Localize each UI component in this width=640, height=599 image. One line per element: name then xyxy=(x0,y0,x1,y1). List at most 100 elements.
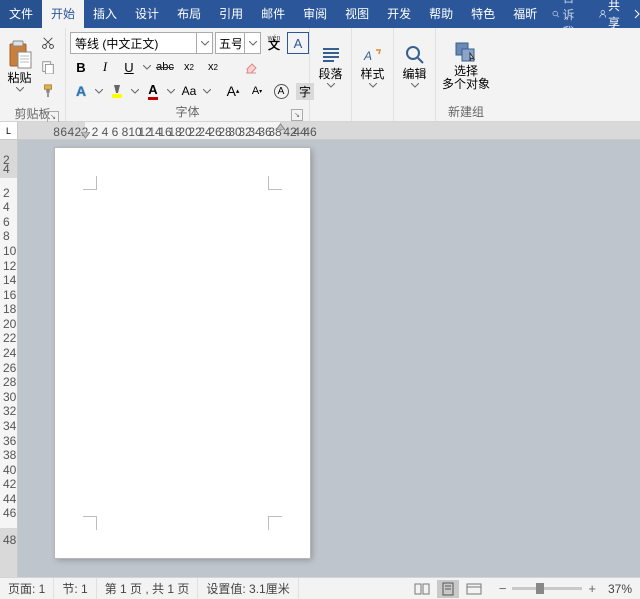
tab-layout[interactable]: 布局 xyxy=(168,0,210,28)
copy-button[interactable] xyxy=(37,56,59,78)
paragraph-button[interactable]: 段落 xyxy=(314,30,347,102)
tab-file[interactable]: 文件 xyxy=(0,0,42,28)
phonetic-guide-button[interactable]: wén文 xyxy=(263,32,285,54)
view-web-layout[interactable] xyxy=(463,580,485,598)
tab-review[interactable]: 审阅 xyxy=(294,0,336,28)
select-objects-icon xyxy=(454,41,478,63)
group-label xyxy=(356,105,389,121)
zoom-level[interactable]: 37% xyxy=(602,582,632,596)
zoom-slider-thumb[interactable] xyxy=(536,583,544,594)
italic-button[interactable]: I xyxy=(94,56,116,78)
status-section[interactable]: 节: 1 xyxy=(54,578,96,599)
status-page-count[interactable]: 第 1 页 , 共 1 页 xyxy=(97,578,199,599)
tab-references[interactable]: 引用 xyxy=(210,0,252,28)
group-clipboard: 粘贴 剪贴板↘ xyxy=(0,28,66,121)
tab-mailings[interactable]: 邮件 xyxy=(252,0,294,28)
status-page[interactable]: 页面: 1 xyxy=(0,578,54,599)
highlight-icon xyxy=(109,83,125,99)
share-button[interactable]: 共享 xyxy=(590,0,632,31)
group-label: 新建组 xyxy=(440,102,492,123)
chevron-down-icon xyxy=(15,87,25,92)
styles-icon: A xyxy=(362,44,384,66)
bold-button[interactable]: B xyxy=(70,56,92,78)
format-painter-button[interactable] xyxy=(37,80,59,102)
group-styles: A 样式 xyxy=(352,28,394,121)
ribbon: 粘贴 剪贴板↘ wén文 A B I U abc xyxy=(0,28,640,122)
margin-corner xyxy=(268,176,282,190)
tab-home[interactable]: 开始 xyxy=(42,0,84,28)
page-canvas[interactable] xyxy=(18,140,640,577)
group-editing: 编辑 xyxy=(394,28,436,121)
change-case-button[interactable]: Aa xyxy=(178,80,200,102)
font-size-input[interactable] xyxy=(216,33,244,53)
person-icon xyxy=(598,7,608,21)
cut-icon xyxy=(41,36,55,50)
chevron-down-icon[interactable] xyxy=(94,89,104,94)
strikethrough-button[interactable]: abc xyxy=(154,56,176,78)
left-gutter: L 24246810121416182022242628303234363840… xyxy=(0,122,18,577)
view-print-layout[interactable] xyxy=(437,580,459,598)
tab-design[interactable]: 设计 xyxy=(126,0,168,28)
clear-formatting-button[interactable] xyxy=(240,56,262,78)
subscript-button[interactable]: x2 xyxy=(178,56,200,78)
enclose-characters-button[interactable]: A xyxy=(270,80,292,102)
group-new: 选择 多个对象 新建组 xyxy=(436,28,496,121)
zoom-slider[interactable] xyxy=(512,587,582,590)
text-effects-button[interactable]: A xyxy=(70,80,92,102)
select-multiple-button[interactable]: 选择 多个对象 xyxy=(440,30,492,102)
margin-corner xyxy=(83,176,97,190)
tab-insert[interactable]: 插入 xyxy=(84,0,126,28)
ribbon-overflow[interactable] xyxy=(632,9,640,19)
superscript-button[interactable]: x2 xyxy=(202,56,224,78)
chevron-down-icon[interactable] xyxy=(142,65,152,70)
group-label xyxy=(398,105,431,121)
group-label: 字体↘ xyxy=(70,102,305,123)
group-paragraph: 段落 xyxy=(310,28,352,121)
tab-developer[interactable]: 开发 xyxy=(378,0,420,28)
eraser-icon xyxy=(243,59,259,75)
zoom-in-button[interactable]: + xyxy=(588,581,596,596)
chevron-down-icon[interactable] xyxy=(130,89,140,94)
chevron-down-icon[interactable] xyxy=(202,89,212,94)
select-all-corner[interactable]: L xyxy=(0,122,17,140)
svg-text:A: A xyxy=(363,49,372,63)
font-color-button[interactable]: A xyxy=(142,80,164,102)
font-size-combo[interactable] xyxy=(215,32,261,54)
status-position[interactable]: 设置值: 3.1厘米 xyxy=(198,578,298,599)
font-name-combo[interactable] xyxy=(70,32,213,54)
chevron-down-icon[interactable] xyxy=(244,33,260,53)
shrink-font-button[interactable]: A▾ xyxy=(246,80,268,102)
chevron-down-icon[interactable] xyxy=(196,33,212,53)
styles-button[interactable]: A 样式 xyxy=(356,30,389,102)
margin-corner xyxy=(268,516,282,530)
vertical-ruler[interactable]: 2424681012141618202224262830323436384042… xyxy=(0,140,17,577)
status-bar: 页面: 1 节: 1 第 1 页 , 共 1 页 设置值: 3.1厘米 − + … xyxy=(0,577,640,599)
paste-icon xyxy=(7,40,33,70)
paste-button[interactable]: 粘贴 xyxy=(4,30,35,102)
group-label xyxy=(314,105,347,121)
document-area: L 24246810121416182022242628303234363840… xyxy=(0,122,640,577)
copy-icon xyxy=(41,60,55,74)
group-font: wén文 A B I U abc x2 x2 A A Aa xyxy=(66,28,310,121)
tab-addin1[interactable]: 特色 xyxy=(462,0,504,28)
font-name-input[interactable] xyxy=(71,33,196,53)
tab-foxit[interactable]: 福昕 xyxy=(504,0,546,28)
search-icon xyxy=(552,8,559,20)
horizontal-ruler[interactable]: 8642224681012141618202224262830323436384… xyxy=(18,122,640,140)
character-border-button[interactable]: A xyxy=(287,32,309,54)
dialog-launcher[interactable]: ↘ xyxy=(291,109,303,121)
view-read-mode[interactable] xyxy=(411,580,433,598)
cut-button[interactable] xyxy=(37,32,59,54)
zoom-out-button[interactable]: − xyxy=(499,581,507,596)
grow-font-button[interactable]: A▴ xyxy=(222,80,244,102)
underline-button[interactable]: U xyxy=(118,56,140,78)
tab-help[interactable]: 帮助 xyxy=(420,0,462,28)
highlight-button[interactable] xyxy=(106,80,128,102)
brush-icon xyxy=(41,84,55,98)
title-bar: 文件 开始 插入 设计 布局 引用 邮件 审阅 视图 开发 帮助 特色 福昕 告… xyxy=(0,0,640,28)
find-icon xyxy=(404,44,426,66)
chevron-down-icon[interactable] xyxy=(166,89,176,94)
editing-button[interactable]: 编辑 xyxy=(398,30,431,102)
page[interactable] xyxy=(55,148,310,558)
tab-view[interactable]: 视图 xyxy=(336,0,378,28)
